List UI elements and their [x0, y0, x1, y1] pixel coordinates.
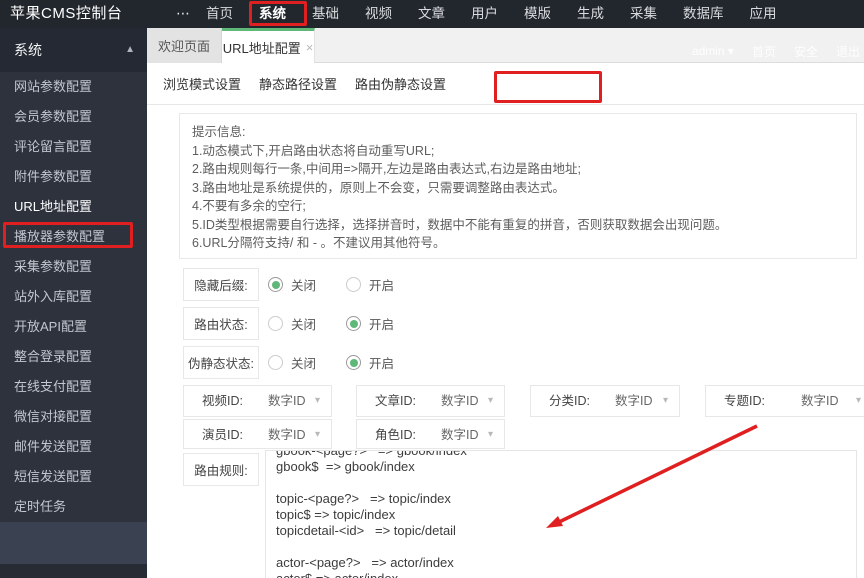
topic-id-select[interactable]: 专题ID: 数字ID ▾	[705, 385, 864, 417]
sidebar-footer-band	[0, 522, 147, 564]
caret-down-icon: ▾	[727, 44, 734, 58]
chevron-down-icon: ▾	[314, 429, 320, 440]
sidebar-item-email-send[interactable]: 邮件发送配置	[0, 432, 147, 462]
tab-url-config[interactable]: URL地址配置 ×	[222, 28, 315, 63]
route-rules-content: gbook-<page?> => gbook/index gbook$ => g…	[276, 450, 467, 578]
radio-unselected-icon[interactable]	[268, 355, 283, 370]
user-link-home[interactable]: 首页	[752, 43, 776, 60]
hint-box: 提示信息: 1.动态模式下,开启路由状态将自动重写URL; 2.路由规则每行一条…	[179, 113, 857, 259]
nav-item-app[interactable]: 应用	[750, 0, 777, 28]
radio-open[interactable]: 开启	[346, 314, 394, 333]
user-link-security[interactable]: 安全	[794, 43, 818, 60]
hint-line: 4.不要有多余的空行;	[192, 199, 306, 213]
nav-item-home[interactable]: 首页	[206, 0, 233, 28]
sidebar-item-wechat[interactable]: 微信对接配置	[0, 402, 147, 432]
actor-id-select[interactable]: 演员ID: 数字ID ▾	[183, 419, 332, 449]
chevron-down-icon: ▾	[314, 395, 320, 406]
sidebar-item-cron-task[interactable]: 定时任务	[0, 492, 147, 522]
route-status-radio-group: 关闭 开启	[268, 307, 394, 340]
role-id-select[interactable]: 角色ID: 数字ID ▾	[356, 419, 505, 449]
subtab-browse-mode[interactable]: 浏览模式设置	[163, 74, 241, 93]
top-nav: 首页 系统 基础 视频 文章 用户 模版 生成 采集 数据库 应用	[206, 0, 777, 28]
radio-selected-icon[interactable]	[346, 316, 362, 331]
chevron-down-icon: ▾	[662, 395, 668, 406]
chevron-down-icon: ▾	[487, 429, 493, 440]
radio-close[interactable]: 关闭	[268, 275, 316, 294]
sidebar-item-sms-send[interactable]: 短信发送配置	[0, 462, 147, 492]
rewrite-status-label: 伪静态状态:	[183, 346, 259, 379]
hint-line: 1.动态模式下,开启路由状态将自动重写URL;	[192, 143, 435, 158]
user-link-logout[interactable]: 退出	[836, 43, 860, 60]
radio-close[interactable]: 关闭	[268, 314, 316, 333]
sidebar-item-external-store[interactable]: 站外入库配置	[0, 282, 147, 312]
tab-welcome[interactable]: 欢迎页面	[147, 28, 222, 63]
sidebar-item-collect-params[interactable]: 采集参数配置	[0, 252, 147, 282]
sidebar-item-integrated-login[interactable]: 整合登录配置	[0, 342, 147, 372]
top-bar: 苹果CMS控制台 ⋯ 首页 系统 基础 视频 文章 用户 模版 生成 采集 数据…	[0, 0, 864, 28]
app-title: 苹果CMS控制台	[10, 5, 123, 22]
sidebar-item-url-config[interactable]: URL地址配置	[0, 192, 147, 222]
sidebar-item-attachment-params[interactable]: 附件参数配置	[0, 162, 147, 192]
hint-line: 6.URL分隔符支持/ 和 - 。不建议用其他符号。	[192, 236, 446, 250]
route-rules-label: 路由规则:	[183, 453, 259, 486]
nav-item-user[interactable]: 用户	[471, 0, 498, 28]
chevron-down-icon: ▾	[487, 395, 493, 406]
rewrite-status-radio-group: 关闭 开启	[268, 346, 394, 379]
radio-unselected-icon[interactable]	[268, 316, 283, 331]
radio-selected-icon[interactable]	[268, 277, 283, 292]
sidebar: 系统 ▲ 网站参数配置 会员参数配置 评论留言配置 附件参数配置 URL地址配置…	[0, 28, 147, 578]
hide-suffix-label: 隐藏后缀:	[183, 268, 259, 301]
radio-open[interactable]: 开启	[346, 275, 394, 294]
category-id-select[interactable]: 分类ID: 数字ID ▾	[530, 385, 680, 417]
sidebar-item-online-pay[interactable]: 在线支付配置	[0, 372, 147, 402]
radio-unselected-icon[interactable]	[346, 277, 362, 292]
main-content: 提示信息: 1.动态模式下,开启路由状态将自动重写URL; 2.路由规则每行一条…	[147, 105, 864, 578]
hint-line: 5.ID类型根据需要自行选择，选择拼音时，数据中不能有重复的拼音，否则获取数据会…	[192, 217, 728, 232]
nav-item-collect[interactable]: 采集	[630, 0, 657, 28]
close-icon[interactable]: ×	[306, 40, 314, 55]
hide-suffix-radio-group: 关闭 开启	[268, 268, 394, 301]
collapse-arrow-icon[interactable]: ▲	[125, 28, 135, 72]
user-links: admin ▾ 首页 安全 退出	[692, 40, 860, 62]
hint-title: 提示信息:	[192, 125, 246, 139]
sidebar-footer-band-dark	[0, 564, 147, 578]
radio-close[interactable]: 关闭	[268, 353, 316, 372]
radio-open[interactable]: 开启	[346, 353, 394, 372]
route-rules-textarea[interactable]: gbook-<page?> => gbook/index gbook$ => g…	[265, 450, 857, 578]
sidebar-item-comment-config[interactable]: 评论留言配置	[0, 132, 147, 162]
sidebar-header[interactable]: 系统 ▲	[0, 28, 147, 72]
nav-item-generate[interactable]: 生成	[577, 0, 604, 28]
sidebar-header-label: 系统	[14, 42, 42, 58]
nav-item-database[interactable]: 数据库	[683, 0, 724, 28]
sidebar-item-player-params[interactable]: 播放器参数配置	[0, 222, 147, 252]
sidebar-menu: 网站参数配置 会员参数配置 评论留言配置 附件参数配置 URL地址配置 播放器参…	[0, 72, 147, 522]
tab-url-config-label: URL地址配置	[222, 40, 301, 56]
article-id-select[interactable]: 文章ID: 数字ID ▾	[356, 385, 505, 417]
sidebar-item-open-api[interactable]: 开放API配置	[0, 312, 147, 342]
sidebar-item-site-params[interactable]: 网站参数配置	[0, 72, 147, 102]
video-id-select[interactable]: 视频ID: 数字ID ▾	[183, 385, 332, 417]
user-dropdown[interactable]: admin ▾	[692, 44, 734, 58]
hint-line: 2.路由规则每行一条,中间用=>隔开,左边是路由表达式,右边是路由地址;	[192, 162, 581, 176]
more-menu-icon[interactable]: ⋯	[176, 0, 191, 28]
subtab-static-path[interactable]: 静态路径设置	[259, 74, 337, 93]
radio-selected-icon[interactable]	[346, 355, 362, 370]
nav-item-video[interactable]: 视频	[365, 0, 392, 28]
nav-item-basic[interactable]: 基础	[312, 0, 339, 28]
sub-tabs: 浏览模式设置 静态路径设置 路由伪静态设置	[147, 63, 864, 105]
chevron-down-icon: ▾	[855, 395, 861, 406]
hint-line: 3.路由地址是系统提供的，原则上不会变，只需要调整路由表达式。	[192, 180, 565, 195]
route-status-label: 路由状态:	[183, 307, 259, 340]
nav-item-article[interactable]: 文章	[418, 0, 445, 28]
subtab-route-rewrite[interactable]: 路由伪静态设置	[355, 74, 446, 93]
nav-item-system[interactable]: 系统	[259, 0, 286, 28]
nav-item-template[interactable]: 模版	[524, 0, 551, 28]
sidebar-item-member-params[interactable]: 会员参数配置	[0, 102, 147, 132]
